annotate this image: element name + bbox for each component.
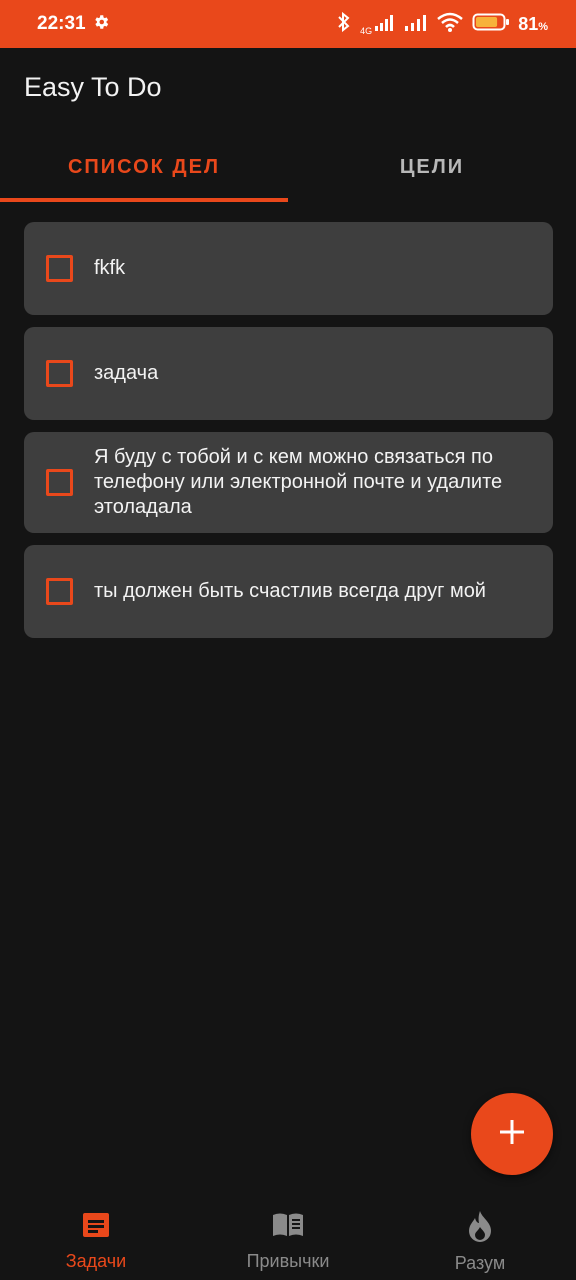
battery-percent: 81% bbox=[518, 14, 548, 35]
flame-icon bbox=[467, 1210, 493, 1247]
task-list: fkfk задача Я буду с тобой и с кем можно… bbox=[24, 222, 553, 650]
tab-todo-list[interactable]: СПИСОК ДЕЛ bbox=[0, 134, 288, 200]
bottom-nav: Задачи Привычки Разум bbox=[0, 1196, 576, 1280]
task-text: задача bbox=[94, 362, 159, 384]
notes-icon bbox=[81, 1210, 111, 1245]
battery-icon bbox=[472, 12, 510, 37]
task-checkbox[interactable] bbox=[46, 255, 73, 282]
status-right: 4G 81% bbox=[336, 11, 548, 38]
signal-icon bbox=[374, 13, 396, 36]
task-text: ты должен быть счастлив всегда друг мой bbox=[94, 580, 486, 602]
task-card[interactable]: fkfk bbox=[24, 222, 553, 315]
add-task-button[interactable] bbox=[471, 1093, 553, 1175]
tab-indicator bbox=[0, 198, 288, 202]
nav-item-habits[interactable]: Привычки bbox=[192, 1196, 384, 1280]
status-bar: 22:31 4G 81% bbox=[0, 0, 576, 48]
task-checkbox[interactable] bbox=[46, 578, 73, 605]
status-left: 22:31 bbox=[37, 13, 110, 36]
task-checkbox[interactable] bbox=[46, 469, 73, 496]
nav-label-habits: Привычки bbox=[246, 1251, 330, 1271]
tab-goals[interactable]: ЦЕЛИ bbox=[288, 134, 576, 200]
battery-percent-value: 81 bbox=[518, 13, 539, 34]
bluetooth-icon bbox=[336, 11, 352, 38]
nav-item-tasks[interactable]: Задачи bbox=[0, 1196, 192, 1280]
plus-icon bbox=[499, 1119, 525, 1150]
task-checkbox[interactable] bbox=[46, 360, 73, 387]
screen: 22:31 4G 81% Easy To Do СПИСОК ДЕЛ ЦЕЛИ … bbox=[0, 0, 576, 1280]
nav-label-mind: Разум bbox=[454, 1253, 506, 1273]
network-indicator: 4G bbox=[360, 13, 396, 36]
wifi-icon bbox=[436, 11, 464, 38]
task-card[interactable]: ты должен быть счастлив всегда друг мой bbox=[24, 545, 553, 638]
tab-bar: СПИСОК ДЕЛ ЦЕЛИ bbox=[0, 134, 576, 202]
task-text: Я буду с тобой и с кем можно связаться п… bbox=[94, 446, 503, 518]
app-title: Easy To Do bbox=[24, 72, 162, 102]
signal-icon bbox=[404, 13, 428, 36]
book-icon bbox=[271, 1210, 305, 1245]
battery-percent-unit: % bbox=[538, 20, 548, 33]
gear-icon bbox=[92, 13, 110, 36]
status-time: 22:31 bbox=[37, 13, 86, 34]
task-text: fkfk bbox=[94, 257, 126, 279]
task-card[interactable]: Я буду с тобой и с кем можно связаться п… bbox=[24, 432, 553, 533]
network-label: 4G bbox=[360, 25, 373, 36]
task-card[interactable]: задача bbox=[24, 327, 553, 420]
nav-item-mind[interactable]: Разум bbox=[384, 1196, 576, 1280]
nav-label-tasks: Задачи bbox=[65, 1251, 127, 1271]
